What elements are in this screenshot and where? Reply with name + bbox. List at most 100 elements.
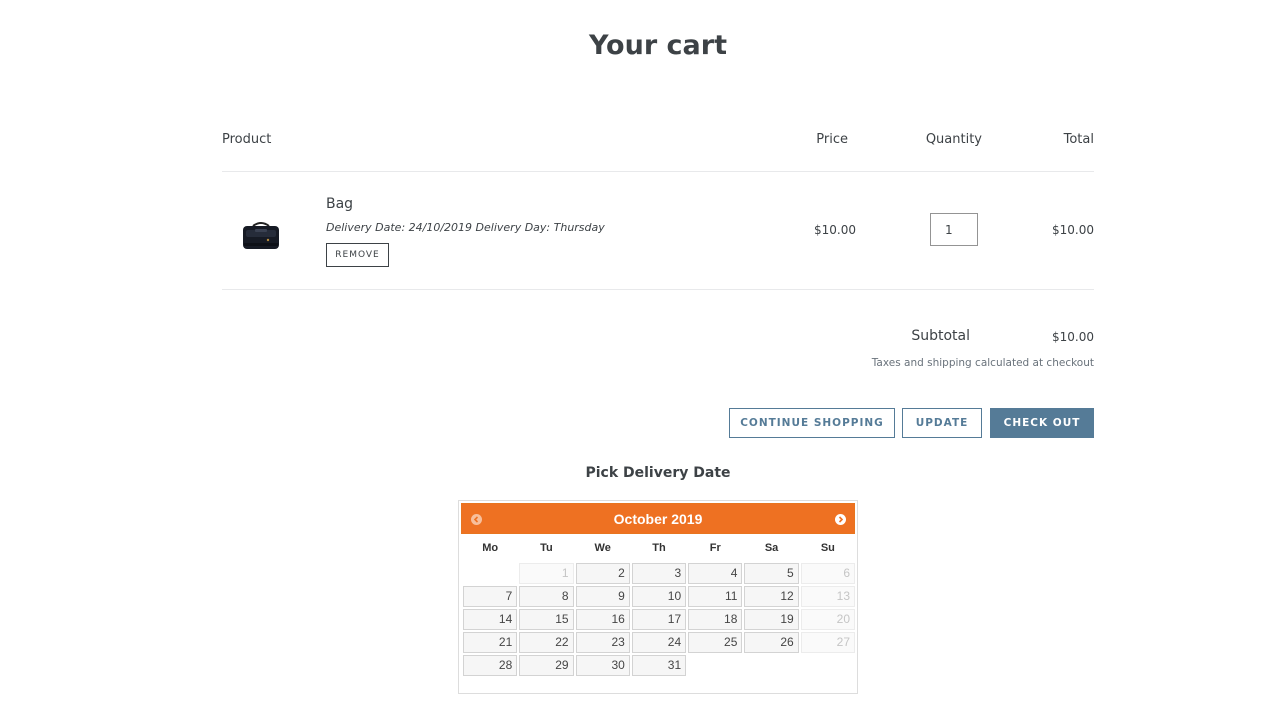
column-header-quantity: Quantity [925,132,982,147]
delivery-datepicker: October 2019 Mo Tu We Th Fr Sa Su 1 2 3 4 5 6 7 8 9 10 1… [458,500,858,694]
month-label: October 2019 [613,510,703,527]
calendar-cell [463,563,517,584]
product-name[interactable]: Bag [326,196,353,212]
subtotal-label: Subtotal [911,328,970,344]
calendar-day[interactable]: 9 [575,586,630,607]
weekday-header: Fr [709,542,721,554]
weekday-header: Th [652,542,666,554]
item-divider [222,289,1094,290]
calendar-day[interactable]: 31 [631,655,687,676]
checkout-button[interactable]: Check out [990,408,1094,438]
calendar-cell: 24 [631,632,687,653]
update-button[interactable]: Update [902,408,982,438]
calendar-cell: 26 [744,632,799,653]
calendar-cell: 28 [463,655,518,676]
calendar-cell: 2 [575,563,630,584]
calendar-day[interactable]: 21 [463,632,518,653]
next-month-icon[interactable] [835,514,846,525]
weekday-header: We [594,542,611,554]
column-header-product: Product [222,132,272,147]
pick-delivery-date-title: Pick Delivery Date [585,465,731,481]
calendar-cell: 20 [800,609,855,630]
product-delivery-properties: Delivery Date: 24/10/2019 Delivery Day: … [326,221,605,234]
calendar-cell [744,655,798,676]
calendar-cell: 22 [519,632,574,653]
column-header-total: Total [1063,132,1094,147]
calendar-day[interactable]: 5 [744,563,799,584]
calendar-cell: 9 [575,586,630,607]
calendar-day[interactable]: 19 [744,609,799,630]
calendar-day[interactable]: 30 [575,655,630,676]
calendar-cell: 4 [688,563,743,584]
calendar-day[interactable]: 2 [575,563,630,584]
subtotal-value: $10.00 [1052,330,1094,344]
calendar-cell: 1 [519,563,574,584]
calendar-cell: 29 [519,655,574,676]
calendar-day[interactable]: 10 [631,586,687,607]
calendar-day[interactable]: 17 [631,609,687,630]
calendar-cell: 23 [575,632,630,653]
weekday-header: Su [820,542,835,554]
page-title: Your cart [588,30,727,61]
calendar-cell: 16 [575,609,630,630]
calendar-cell: 12 [744,586,799,607]
calendar-day[interactable]: 15 [519,609,574,630]
product-image[interactable] [240,218,282,254]
calendar-day[interactable]: 29 [519,655,574,676]
calendar-day[interactable]: 3 [631,563,687,584]
continue-shopping-button[interactable]: Continue shopping [729,408,895,438]
calendar-day[interactable]: 24 [631,632,687,653]
calendar-cell: 18 [688,609,743,630]
calendar-cell: 10 [631,586,687,607]
calendar-day: 1 [519,563,574,584]
calendar-day: 20 [800,609,855,630]
item-price: $10.00 [814,223,856,237]
calendar-day[interactable]: 23 [575,632,630,653]
calendar-cell: 15 [519,609,574,630]
calendar-day[interactable]: 7 [463,586,518,607]
calendar-day[interactable]: 12 [744,586,799,607]
calendar-day[interactable]: 8 [519,586,574,607]
header-divider [222,171,1094,172]
calendar-cell: 30 [575,655,630,676]
quantity-input[interactable] [930,213,978,246]
calendar-day[interactable]: 16 [575,609,630,630]
calendar-cell: 19 [744,609,799,630]
calendar-cell: 14 [463,609,518,630]
calendar-grid: Mo Tu We Th Fr Sa Su 1 2 3 4 5 6 7 8 9 10 11 12 13 14 15 16 17… [461,537,857,678]
remove-button[interactable]: Remove [326,243,389,267]
calendar-cell: 25 [688,632,743,653]
calendar-day[interactable]: 26 [744,632,799,653]
calendar-day: 13 [800,586,855,607]
datepicker-header: October 2019 [461,503,855,534]
calendar-day: 27 [800,632,855,653]
item-total: $10.00 [1052,223,1094,237]
calendar-day[interactable]: 4 [688,563,743,584]
prev-month-icon[interactable] [471,514,482,525]
calendar-cell: 6 [800,563,855,584]
calendar-day: 6 [800,563,855,584]
weekday-header: Mo [482,542,499,554]
calendar-cell: 5 [744,563,799,584]
calendar-cell: 13 [800,586,855,607]
calendar-cell: 3 [631,563,687,584]
calendar-day[interactable]: 14 [463,609,518,630]
calendar-cell: 8 [519,586,574,607]
column-header-price: Price [816,132,848,147]
calendar-cell: 21 [463,632,518,653]
weekday-header: Tu [540,542,553,554]
calendar-cell [801,655,855,676]
calendar-day[interactable]: 11 [688,586,743,607]
tax-note: Taxes and shipping calculated at checkou… [871,357,1094,369]
calendar-cell: 17 [631,609,687,630]
calendar-day[interactable]: 22 [519,632,574,653]
calendar-day[interactable]: 18 [688,609,743,630]
calendar-cell: 31 [631,655,687,676]
calendar-day[interactable]: 25 [688,632,743,653]
calendar-cell: 27 [800,632,855,653]
calendar-cell: 11 [688,586,743,607]
calendar-cell: 7 [463,586,518,607]
calendar-cell [688,655,742,676]
calendar-day[interactable]: 28 [463,655,518,676]
weekday-header: Sa [764,542,779,554]
